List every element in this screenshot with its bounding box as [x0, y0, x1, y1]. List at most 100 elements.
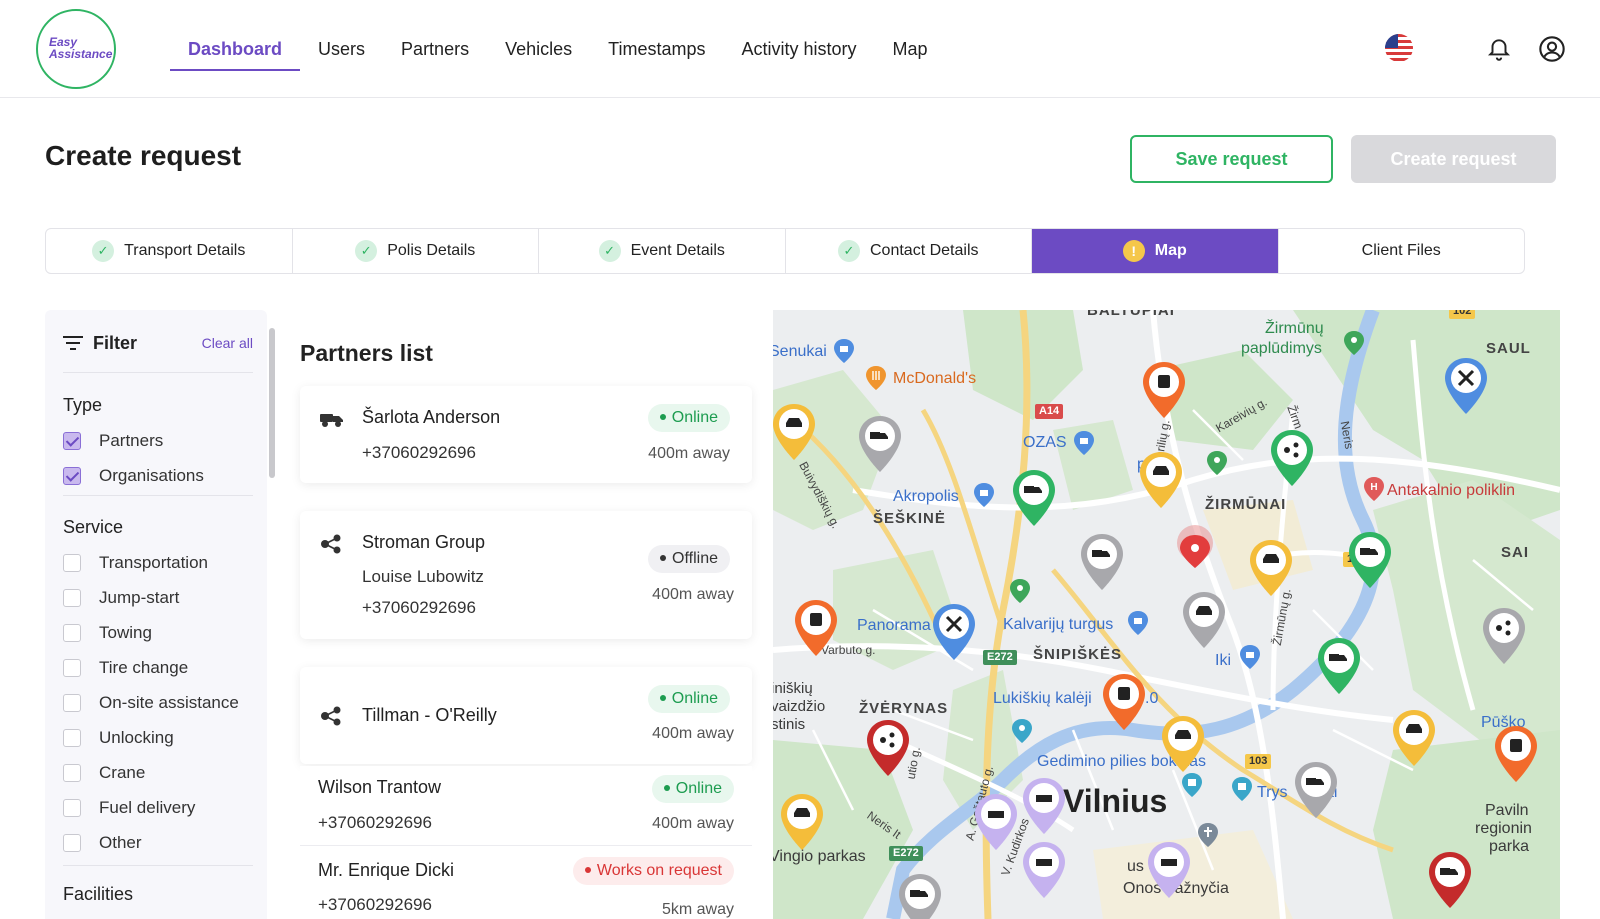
partner-name: Wilson Trantow [318, 777, 442, 797]
step-event-details[interactable]: ✓ Event Details [539, 229, 786, 273]
map-label-paviln-1: Paviln [1485, 802, 1529, 819]
shopping-poi-icon[interactable] [1239, 644, 1261, 670]
shopping-poi-icon[interactable] [1073, 430, 1095, 456]
nav-timestamps[interactable]: Timestamps [590, 0, 723, 98]
filter-service-fuel-delivery[interactable]: Fuel delivery [63, 797, 195, 819]
step-map[interactable]: ! Map [1032, 229, 1279, 273]
partner-card[interactable]: Tillman - O'Reilly Online 400m away [300, 667, 752, 764]
organisation-pin-icon[interactable] [865, 718, 911, 778]
checkbox[interactable] [63, 764, 81, 782]
save-request-button[interactable]: Save request [1130, 135, 1333, 183]
create-request-button[interactable]: Create request [1351, 135, 1556, 183]
filter-option-label: Towing [99, 623, 152, 642]
partner-card[interactable]: Stroman Group Louise Lubowitz +370602926… [300, 511, 752, 639]
tow-truck-pin-icon[interactable] [857, 414, 903, 474]
nav-vehicles[interactable]: Vehicles [487, 0, 590, 98]
step-client-files[interactable]: Client Files [1279, 229, 1525, 273]
museum-poi-icon[interactable] [1181, 772, 1203, 798]
bell-icon[interactable] [1486, 36, 1512, 62]
checkbox[interactable] [63, 834, 81, 852]
shopping-poi-icon[interactable] [833, 338, 855, 364]
partner-distance: 5km away [661, 901, 734, 918]
hotel-pin-icon[interactable] [1146, 840, 1192, 900]
filter-service-unlocking[interactable]: Unlocking [63, 727, 174, 749]
transport-pin-icon[interactable] [1493, 724, 1539, 784]
filter-service-jump-start[interactable]: Jump-start [63, 587, 179, 609]
nav-dashboard[interactable]: Dashboard [170, 0, 301, 98]
checkbox-checked[interactable] [63, 432, 81, 450]
transport-pin-icon[interactable] [779, 792, 825, 852]
filter-service-tire-change[interactable]: Tire change [63, 657, 188, 679]
hotel-pin-icon[interactable] [1021, 840, 1067, 900]
filter-type-organisations[interactable]: Organisations [63, 465, 204, 487]
camera-poi-icon[interactable] [1011, 718, 1033, 744]
transport-pin-icon[interactable] [793, 598, 839, 658]
park-poi-icon[interactable] [1343, 330, 1365, 356]
checkbox[interactable] [63, 659, 81, 677]
step-contact-details[interactable]: ✓ Contact Details [786, 229, 1032, 273]
nav-users[interactable]: Users [300, 0, 383, 98]
tow-truck-pin-icon[interactable] [1079, 532, 1125, 592]
tow-truck-pin-icon[interactable] [1293, 760, 1339, 820]
filter-option-label: Organisations [99, 466, 204, 485]
checkbox[interactable] [63, 589, 81, 607]
nav-partners[interactable]: Partners [383, 0, 487, 98]
checkbox[interactable] [63, 729, 81, 747]
tow-truck-pin-icon[interactable] [1316, 636, 1362, 696]
transport-pin-icon[interactable] [1391, 708, 1437, 768]
partner-card[interactable]: Šarlota Anderson +37060292696 Online 400… [300, 386, 752, 483]
filter-scrollbar[interactable] [269, 328, 275, 478]
tow-truck-pin-icon[interactable] [1427, 850, 1473, 910]
transport-pin-icon[interactable] [1141, 360, 1187, 420]
filter-service-on-site-assistance[interactable]: On-site assistance [63, 692, 239, 714]
filter-service-other[interactable]: Other [63, 832, 142, 854]
transport-pin-icon[interactable] [1248, 538, 1294, 598]
hotel-pin-icon[interactable] [1021, 776, 1067, 836]
map-view[interactable]: BALTUPIAI Žirmūnų paplūdimys SAUL Senuka… [773, 310, 1560, 919]
checkbox-checked[interactable] [63, 467, 81, 485]
user-account-icon[interactable] [1538, 35, 1566, 63]
church-poi-icon[interactable] [1197, 822, 1219, 848]
nav-map[interactable]: Map [875, 0, 946, 98]
shopping-poi-icon[interactable] [973, 482, 995, 508]
map-label-seskine: ŠEŠKINĖ [873, 510, 946, 527]
park-poi-icon[interactable] [1206, 450, 1228, 476]
car-pin-icon[interactable] [1181, 590, 1227, 650]
transport-pin-icon[interactable] [773, 402, 817, 462]
organisation-pin-icon[interactable] [1269, 428, 1315, 488]
step-label: Map [1154, 242, 1187, 259]
transport-pin-icon[interactable] [1101, 672, 1147, 732]
on-site-assistance-pin-icon[interactable] [1443, 356, 1489, 416]
partner-phone: +37060292696 [318, 895, 432, 914]
hospital-poi-icon[interactable]: H [1363, 476, 1385, 502]
filter-type-partners[interactable]: Partners [63, 430, 163, 452]
tow-truck-pin-icon[interactable] [897, 872, 943, 919]
map-label-baltupiai: BALTUPIAI [1087, 310, 1175, 319]
hotel-pin-icon[interactable] [973, 792, 1019, 852]
tow-truck-pin-icon[interactable] [1011, 468, 1057, 528]
filter-service-transportation[interactable]: Transportation [63, 552, 208, 574]
park-poi-icon[interactable] [1009, 578, 1031, 604]
checkbox[interactable] [63, 624, 81, 642]
museum-poi-icon[interactable] [1231, 776, 1253, 802]
organisation-pin-icon[interactable] [1481, 606, 1527, 666]
partner-sub-row[interactable]: Wilson Trantow +37060292696 Online 400m … [300, 766, 752, 846]
clear-all-link[interactable]: Clear all [202, 335, 253, 351]
checkbox[interactable] [63, 799, 81, 817]
filter-service-crane[interactable]: Crane [63, 762, 145, 784]
shopping-poi-icon[interactable] [1127, 610, 1149, 636]
restaurant-poi-icon[interactable] [865, 365, 887, 391]
easy-assistance-logo[interactable]: Easy Assistance [36, 9, 116, 89]
checkbox[interactable] [63, 694, 81, 712]
on-site-assistance-pin-icon[interactable] [931, 602, 977, 662]
nav-activity-history[interactable]: Activity history [723, 0, 874, 98]
transport-pin-icon[interactable] [1138, 450, 1184, 510]
step-polis-details[interactable]: ✓ Polis Details [293, 229, 539, 273]
filter-service-towing[interactable]: Towing [63, 622, 152, 644]
partner-sub-row[interactable]: Mr. Enrique Dicki +37060292696 Works on … [300, 848, 752, 919]
checkbox[interactable] [63, 554, 81, 572]
transport-pin-icon[interactable] [1160, 714, 1206, 774]
tow-truck-pin-icon[interactable] [1347, 530, 1393, 590]
step-transport-details[interactable]: ✓ Transport Details [46, 229, 293, 273]
us-flag-icon[interactable] [1385, 34, 1413, 62]
